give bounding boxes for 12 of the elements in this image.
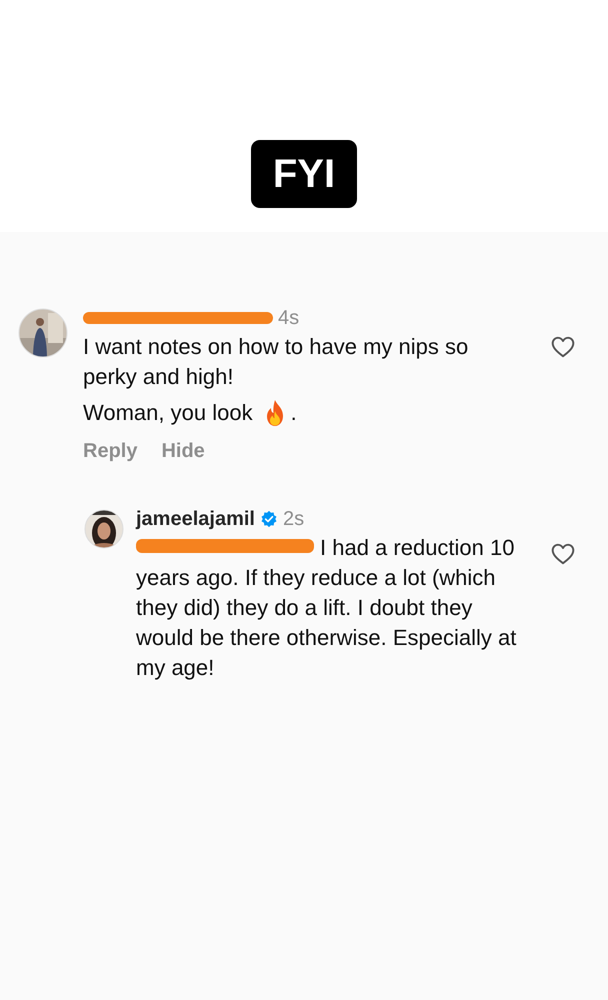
heart-icon[interactable] (550, 541, 576, 567)
comment-action-link[interactable]: Hide (161, 440, 205, 463)
comment-action-link[interactable]: Reply (83, 440, 138, 463)
comment-text: . (290, 399, 297, 427)
comment-time: 2s (282, 508, 304, 530)
comment-author[interactable]: jameelajamil (136, 508, 255, 530)
heart-icon[interactable] (550, 334, 576, 360)
comment-time: 4s (278, 306, 300, 330)
comment-text: I want notes on how to have my nips so perky and high! (83, 333, 470, 391)
caption-label: FYI (250, 140, 358, 208)
reply-text: I had a reduction 10 years ago. If they reduce a lot (which they did) they do a lift. I doubt they would be there otherwise. Especially at my age! (136, 535, 516, 680)
comment-text: Woman, you look (83, 399, 253, 427)
